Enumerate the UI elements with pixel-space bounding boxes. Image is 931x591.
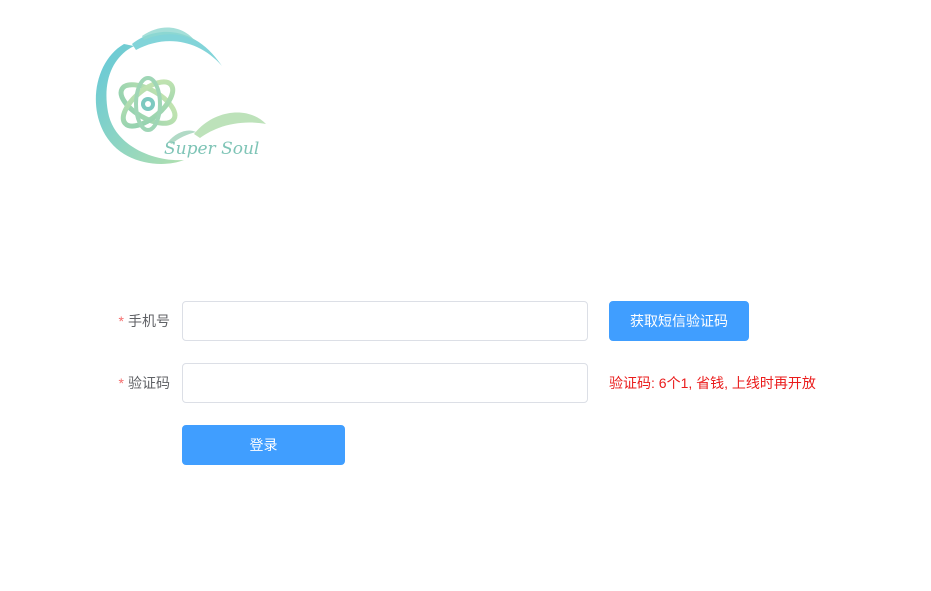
login-page: Super Soul * 手机号 获取短信验证码 * 验证码 验证码: 6个1, 省… bbox=[0, 0, 931, 591]
login-button[interactable]: 登录 bbox=[182, 425, 345, 465]
phone-label-text: 手机号 bbox=[128, 313, 170, 329]
code-label-text: 验证码 bbox=[128, 375, 170, 391]
send-code-button[interactable]: 获取短信验证码 bbox=[609, 301, 749, 341]
code-label: * 验证码 bbox=[100, 363, 170, 403]
required-mark: * bbox=[118, 375, 124, 391]
phone-label: * 手机号 bbox=[100, 301, 170, 341]
code-hint: 验证码: 6个1, 省钱, 上线时再开放 bbox=[609, 375, 816, 391]
phone-input[interactable] bbox=[182, 301, 588, 341]
code-input[interactable] bbox=[182, 363, 588, 403]
login-form: * 手机号 获取短信验证码 * 验证码 验证码: 6个1, 省钱, 上线时再开放 登… bbox=[0, 0, 931, 591]
required-mark: * bbox=[118, 313, 124, 329]
